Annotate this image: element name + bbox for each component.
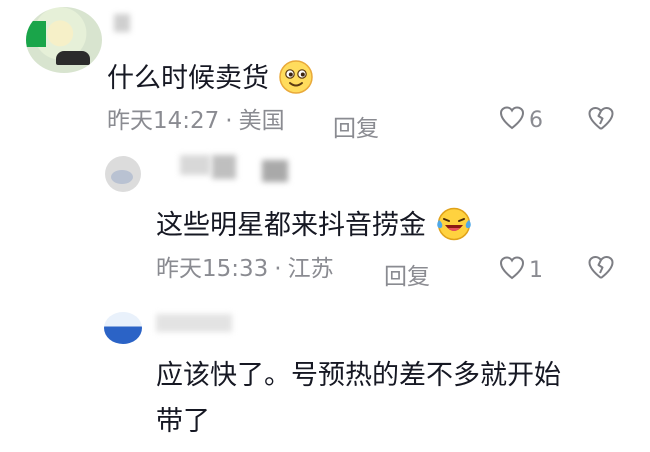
heart-outline-icon — [498, 254, 526, 286]
avatar[interactable] — [104, 312, 142, 344]
broken-heart-icon — [586, 107, 616, 138]
like-count: 1 — [529, 257, 543, 283]
comment-text-line: 应该快了。号预热的差不多就开始 — [156, 360, 561, 391]
username-blurred — [212, 155, 236, 179]
avatar[interactable] — [26, 7, 102, 73]
meta-separator: · — [225, 108, 233, 134]
comment-meta: 昨天14:27 · 美国 — [107, 110, 285, 133]
heart-outline-icon — [498, 104, 526, 136]
comment-text: 这些明星都来抖音捞金 — [156, 206, 473, 247]
username-blurred — [114, 14, 130, 32]
dislike-button[interactable] — [586, 104, 616, 138]
comment-text-content: 什么时候卖货 — [107, 63, 269, 94]
reply-button[interactable]: 回复 — [384, 257, 430, 291]
reply-button[interactable]: 回复 — [333, 109, 379, 143]
username-blurred — [262, 160, 288, 182]
comment-meta: 昨天15:33 · 江苏 — [156, 258, 334, 281]
avatar[interactable] — [105, 156, 141, 192]
comment-location: 美国 — [238, 108, 285, 134]
username-blurred — [156, 314, 232, 332]
like-button[interactable]: 1 — [498, 254, 543, 286]
dislike-button[interactable] — [586, 253, 616, 287]
comment-text: 什么时候卖货 — [107, 59, 314, 100]
meta-separator: · — [274, 256, 282, 282]
comment-time: 昨天15:33 — [156, 256, 269, 282]
laughing-crying-face-icon — [435, 206, 473, 247]
broken-heart-icon — [586, 256, 616, 287]
like-button[interactable]: 6 — [498, 104, 543, 136]
comment-text-content: 这些明星都来抖音捞金 — [156, 210, 426, 241]
comment-time: 昨天14:27 — [107, 108, 220, 134]
username-blurred — [180, 155, 210, 175]
comment-text-line: 带了 — [156, 406, 210, 437]
smiling-face-icon — [278, 59, 314, 100]
comment-location: 江苏 — [287, 256, 334, 282]
like-count: 6 — [529, 107, 543, 133]
